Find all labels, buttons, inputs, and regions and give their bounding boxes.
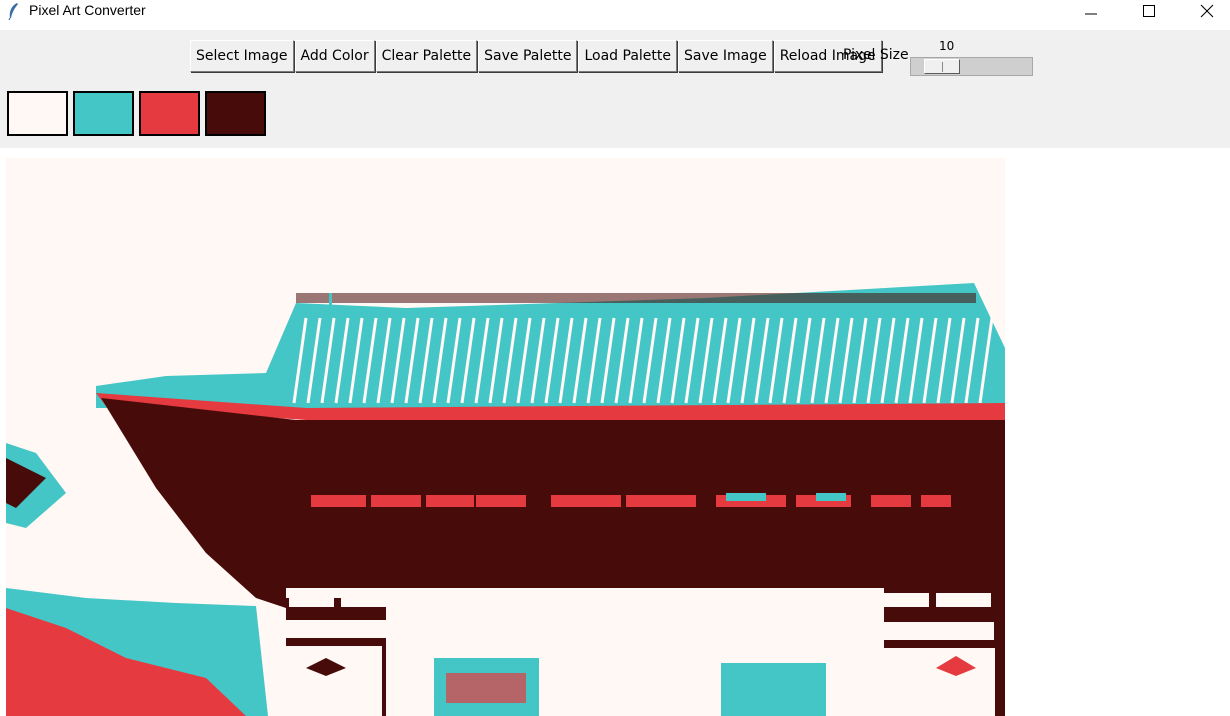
window-title: Pixel Art Converter [29, 2, 146, 18]
title-bar: Pixel Art Converter [0, 0, 1230, 22]
art-lower-band [286, 620, 386, 638]
art-beam-red [871, 495, 911, 507]
pixel-size-value: 10 [939, 39, 955, 53]
art-bracket-window [404, 593, 466, 607]
image-canvas[interactable] [6, 158, 1005, 716]
palette-swatch[interactable] [7, 91, 68, 136]
pixel-size-slider[interactable] [910, 57, 1033, 76]
art-bracket-window [549, 593, 622, 607]
art-beam-red [626, 495, 696, 507]
art-bracket-window [626, 593, 701, 607]
art-bracket-window [714, 593, 786, 607]
toolbar: Select Image Add Color Clear Palette Sav… [190, 40, 883, 72]
art-roof-ridge [296, 293, 976, 303]
palette-swatch[interactable] [139, 91, 200, 136]
art-beam-red [476, 495, 526, 507]
minimize-icon [1085, 13, 1097, 15]
slider-thumb-grip [942, 62, 943, 72]
minimize-button[interactable] [1062, 0, 1120, 22]
art-door-center-2 [566, 663, 666, 716]
art-bracket-window [936, 593, 991, 607]
art-bracket-window [341, 593, 386, 607]
art-door-detail [446, 673, 526, 703]
art-beam-red [551, 495, 621, 507]
art-beam-red [311, 495, 366, 507]
pixel-art-image [6, 158, 1005, 716]
palette-swatch[interactable] [73, 91, 134, 136]
art-lower-band [879, 622, 994, 640]
art-bracket-window [289, 593, 334, 607]
save-image-button[interactable]: Save Image [678, 40, 773, 72]
art-bracket-window [874, 593, 929, 607]
palette-swatch[interactable] [205, 91, 266, 136]
art-bracket-window [472, 593, 532, 607]
close-icon [1200, 4, 1214, 18]
art-door-center-3 [721, 663, 826, 716]
slider-thumb[interactable] [924, 59, 960, 74]
add-color-button[interactable]: Add Color [294, 40, 375, 72]
feather-icon [8, 3, 18, 20]
art-bracket-window [791, 593, 861, 607]
maximize-button[interactable] [1120, 0, 1178, 22]
art-beam-red [371, 495, 421, 507]
pixel-size-label: Pixel Size [843, 47, 909, 63]
art-beam-red [426, 495, 474, 507]
maximize-icon [1143, 5, 1155, 17]
select-image-button[interactable]: Select Image [190, 40, 294, 72]
art-finial [329, 293, 332, 311]
art-beam-red [921, 495, 951, 507]
art-beam-teal [726, 493, 766, 501]
art-door-left [284, 646, 382, 716]
load-palette-button[interactable]: Load Palette [578, 40, 678, 72]
art-door-right [880, 648, 995, 716]
close-button[interactable] [1178, 0, 1230, 22]
art-beam-teal [816, 493, 846, 501]
clear-palette-button[interactable]: Clear Palette [375, 40, 478, 72]
palette-swatches [7, 91, 271, 136]
save-palette-button[interactable]: Save Palette [478, 40, 578, 72]
